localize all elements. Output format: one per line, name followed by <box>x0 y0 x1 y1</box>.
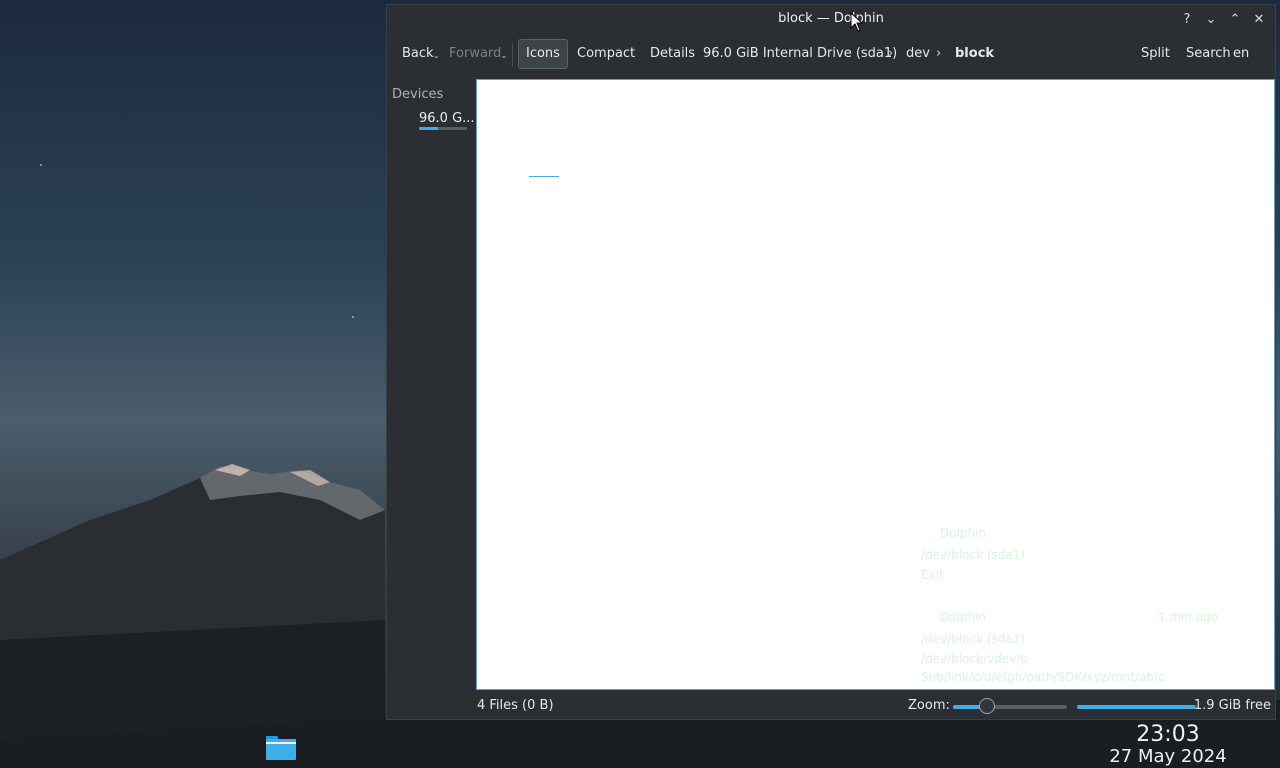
close-icon[interactable]: ✕ <box>1249 9 1269 29</box>
breadcrumb-block[interactable]: block <box>948 39 1001 69</box>
sidebar-item-drive[interactable]: 96.0 G... <box>419 111 475 126</box>
drive-usage-fill <box>419 127 439 130</box>
details-view-button[interactable]: Details <box>643 39 702 69</box>
file-count: 4 Files (0 B) <box>477 698 554 713</box>
window-controls: ? ⌄ ⌃ ✕ <box>1177 9 1269 29</box>
ghost-notification-time: 1 min ago <box>1158 610 1219 624</box>
forward-button[interactable]: Forward ⌄ <box>442 39 508 69</box>
chevron-down-icon[interactable]: ⌄ <box>433 41 440 71</box>
minimize-icon[interactable]: ⌄ <box>1201 9 1221 29</box>
drive-usage-bar <box>419 127 467 130</box>
free-space-bar <box>1077 705 1197 709</box>
maximize-icon[interactable]: ⌃ <box>1225 9 1245 29</box>
breadcrumb-drive[interactable]: 96.0 GiB Internal Drive (sda1) <box>696 39 904 69</box>
devices-heading: Devices <box>392 87 444 102</box>
dolphin-window: block — Dolphin ? ⌄ ⌃ ✕ Back ⌄ Forward ⌄… <box>386 4 1276 720</box>
toolbar-divider <box>512 43 513 67</box>
icons-view-button[interactable]: Icons <box>518 39 568 69</box>
ghost-notification-line: Exit <box>921 568 944 582</box>
free-space-label: 1.9 GiB free <box>1193 698 1271 713</box>
breadcrumb-dev[interactable]: dev <box>899 39 937 69</box>
compact-view-button[interactable]: Compact <box>570 39 642 69</box>
ghost-notification-line: /dev/block (sda1) <box>921 548 1026 562</box>
chevron-right-icon: › <box>936 46 942 61</box>
status-bar: 4 Files (0 B) Zoom: 1.9 GiB free <box>387 695 1275 719</box>
zoom-label: Zoom: <box>908 698 950 713</box>
chevron-right-icon: › <box>888 46 894 61</box>
chevron-down-icon[interactable]: ⌄ <box>501 41 508 71</box>
ghost-notification-line: /dev/block/vdev/b <box>921 652 1028 666</box>
help-icon[interactable]: ? <box>1177 9 1197 29</box>
places-panel: Devices 96.0 G... <box>387 79 475 689</box>
ghost-notification-line: /dev/block (sda1) <box>921 632 1026 646</box>
clock-date[interactable]: 27 May 2024 <box>1098 746 1238 767</box>
zoom-slider[interactable] <box>953 698 1067 714</box>
free-space-fill <box>1077 705 1195 709</box>
back-label: Back <box>402 46 434 61</box>
focus-indicator <box>529 176 559 177</box>
title-bar[interactable]: block — Dolphin ? ⌄ ⌃ ✕ <box>387 5 1275 33</box>
ghost-notification-app: Dolphin <box>940 526 987 540</box>
menu-button[interactable]: en Me <box>1229 39 1275 69</box>
ghost-notification-app: Dolphin <box>940 610 987 624</box>
back-button[interactable]: Back ⌄ <box>395 39 441 69</box>
window-title: block — Dolphin <box>778 11 884 26</box>
clock-time[interactable]: 23:03 <box>1108 722 1228 747</box>
forward-label: Forward <box>449 46 502 61</box>
folder-icon[interactable] <box>266 734 296 760</box>
file-view[interactable]: Dolphin /dev/block (sda1) Exit Dolphin 1… <box>476 79 1275 690</box>
mouse-cursor-icon <box>850 12 864 32</box>
main-toolbar: Back ⌄ Forward ⌄ Icons Compact Details 9… <box>387 39 1275 75</box>
zoom-slider-handle[interactable] <box>979 698 996 714</box>
ghost-notification-line: Sub/link/c/d/efgh/path/SDK/xyz/mnt/ab/c <box>921 670 1165 684</box>
split-button[interactable]: Split <box>1134 39 1177 69</box>
